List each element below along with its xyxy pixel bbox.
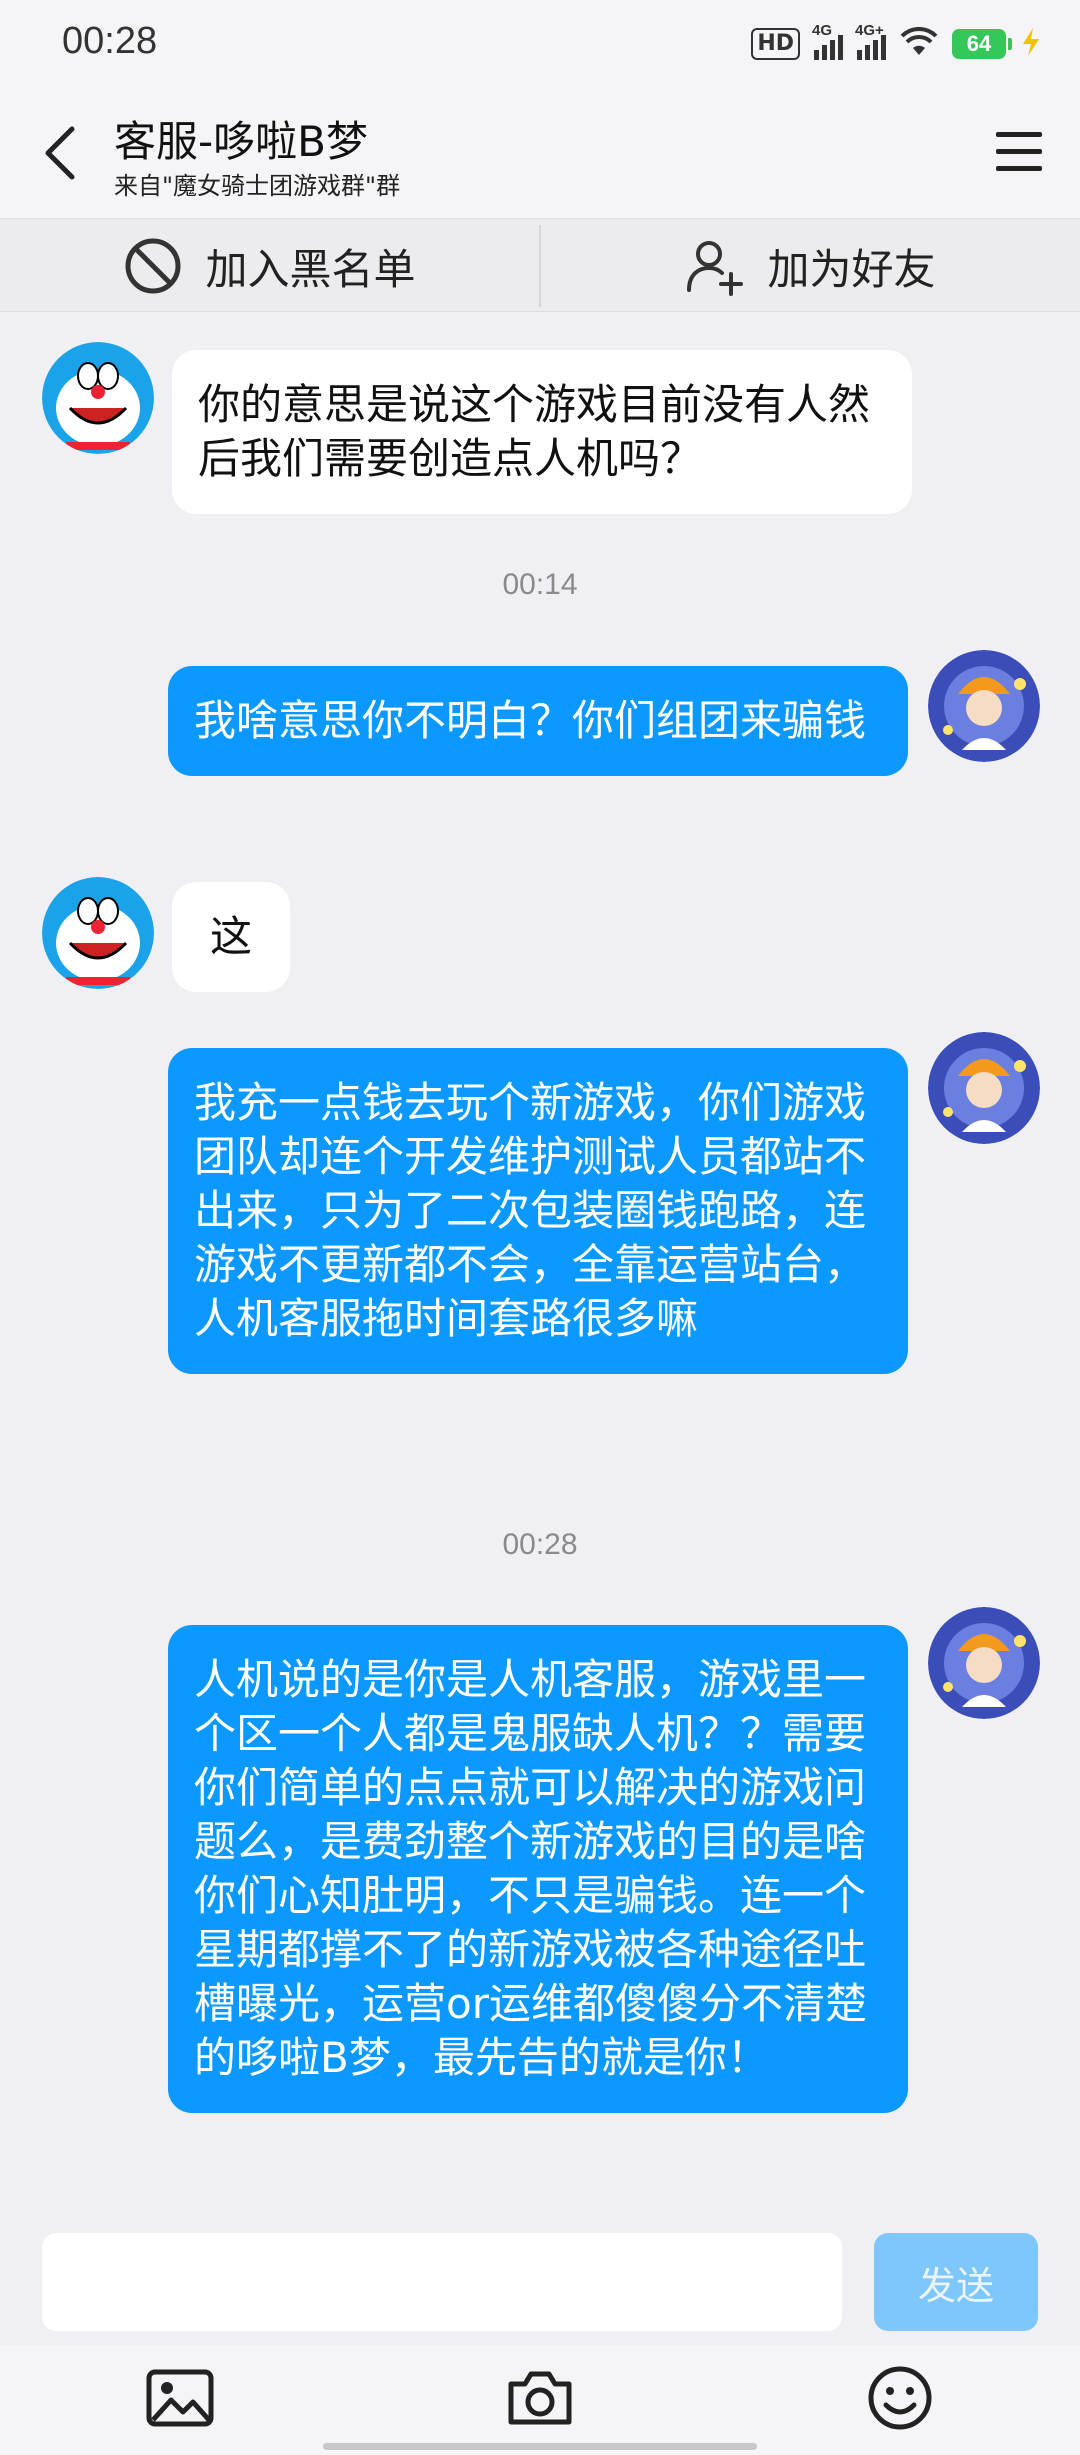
image-button[interactable]	[140, 2363, 220, 2433]
timestamp: 00:28	[502, 1528, 578, 1561]
signal-4g-label: 4G	[812, 22, 833, 39]
add-friend-button[interactable]: 加为好友	[541, 219, 1080, 313]
chat-header: 客服-哆啦B梦 来自"魔女骑士团游戏群"群	[0, 88, 1080, 218]
add-friend-label: 加为好友	[767, 244, 936, 294]
menu-icon-line	[996, 131, 1042, 137]
send-button[interactable]: 发送	[874, 2233, 1038, 2331]
camera-button[interactable]	[500, 2363, 580, 2433]
user-avatar-icon	[928, 1607, 1040, 1719]
camera-icon	[508, 2371, 572, 2425]
avatar-self[interactable]	[928, 1032, 1040, 1144]
avatar-self[interactable]	[928, 1607, 1040, 1719]
status-bar: 00:28 HD 4G 4G+ 64	[0, 0, 1080, 88]
emoji-icon	[868, 2366, 932, 2430]
message-bubble: 你的意思是说这个游戏目前没有人然后我们需要创造点人机吗？	[172, 350, 912, 514]
message-bubble: 我啥意思你不明白？你们组团来骗钱	[168, 666, 908, 776]
timestamp: 00:14	[502, 568, 578, 601]
back-button[interactable]	[30, 118, 90, 188]
block-label: 加入黑名单	[205, 244, 416, 294]
add-friend-icon	[687, 241, 744, 296]
menu-icon-line	[996, 148, 1042, 154]
message-bubble: 这	[172, 882, 290, 992]
user-avatar-icon	[928, 1032, 1040, 1144]
user-avatar-icon	[928, 650, 1040, 762]
status-time: 00:28	[62, 20, 158, 62]
avatar-doraemon[interactable]	[42, 342, 154, 454]
message-bubble: 人机说的是你是人机客服，游戏里一个区一个人都是鬼服缺人机？？需要你们简单的点点就…	[168, 1625, 908, 2113]
chevron-left-icon	[45, 126, 75, 180]
avatar-self[interactable]	[928, 650, 1040, 762]
doraemon-avatar-icon	[42, 342, 154, 454]
image-icon	[146, 2369, 214, 2427]
status-icons: HD 4G 4G+ 64	[751, 22, 1042, 66]
hd-icon: HD	[751, 28, 800, 60]
signal-4gplus-label: 4G+	[855, 22, 884, 39]
menu-button[interactable]	[986, 118, 1052, 184]
charging-icon	[1020, 27, 1042, 61]
message-input[interactable]	[42, 2233, 842, 2331]
wifi-icon	[900, 26, 938, 61]
emoji-button[interactable]	[860, 2363, 940, 2433]
input-area: 发送	[0, 2215, 1080, 2345]
bottom-toolbar	[0, 2345, 1080, 2455]
signal-4g-icon: 4G	[812, 22, 843, 60]
avatar-doraemon[interactable]	[42, 877, 154, 989]
menu-icon-line	[996, 165, 1042, 171]
battery-icon: 64	[952, 29, 1012, 59]
signal-4gplus-icon: 4G+	[855, 22, 886, 60]
home-indicator[interactable]	[323, 2443, 757, 2450]
chat-title: 客服-哆啦B梦	[114, 117, 368, 166]
block-button[interactable]: 加入黑名单	[0, 219, 539, 313]
chat-subtitle: 来自"魔女骑士团游戏群"群	[114, 172, 401, 200]
block-icon	[125, 238, 181, 294]
action-bar: 加入黑名单 加为好友	[0, 218, 1080, 312]
doraemon-avatar-icon	[42, 877, 154, 989]
message-bubble: 我充一点钱去玩个新游戏，你们游戏团队却连个开发维护测试人员都站不出来，只为了二次…	[168, 1048, 908, 1374]
